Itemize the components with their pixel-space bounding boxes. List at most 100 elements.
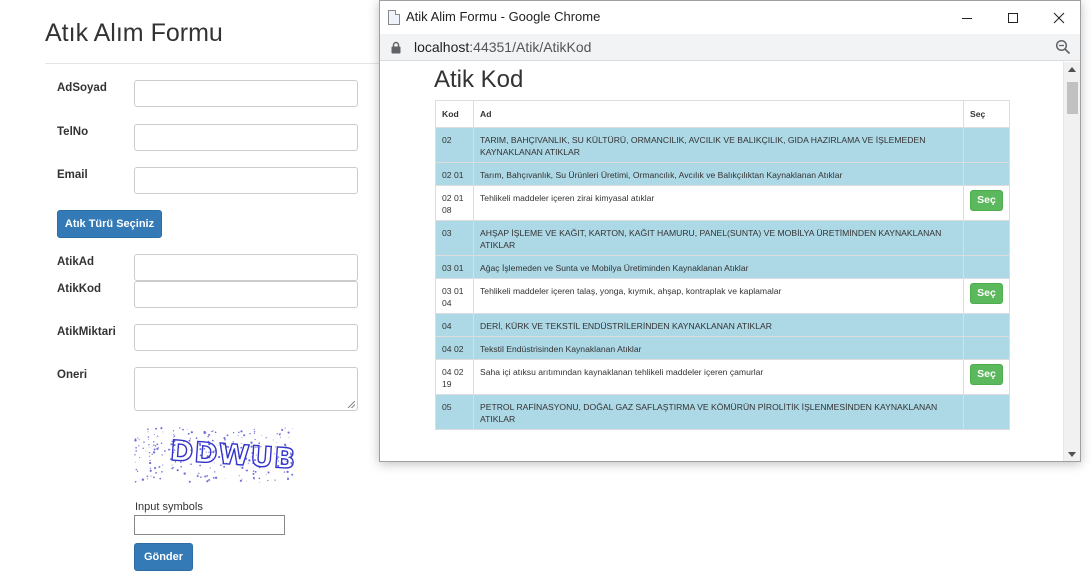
cell-ad: Ağaç İşlemeden ve Sunta ve Mobilya Üreti… [473, 255, 964, 279]
adsoyad-input[interactable] [134, 80, 358, 107]
captcha-noise-dot [147, 478, 149, 480]
atik-kod-heading: Atik Kod [434, 66, 524, 93]
table-header-row: Kod Ad Seç [435, 100, 1010, 128]
address-bar[interactable]: localhost:44351/Atik/AtikKod [380, 34, 1080, 61]
cell-kod: 04 02 19 [435, 359, 474, 395]
captcha-noise-dot [157, 435, 159, 437]
cell-ad: DERİ, KÜRK VE TEKSTİL ENDÜSTRİLERİNDEN K… [473, 313, 964, 337]
captcha-noise-dot [241, 478, 243, 480]
atikmiktari-input[interactable] [134, 324, 358, 351]
captcha-noise-dot [148, 456, 150, 458]
captcha-noise-dot [214, 476, 218, 479]
captcha-noise-dot [200, 476, 202, 479]
atikmiktari-label: AtikMiktari [57, 326, 116, 338]
captcha-image: DDWUB [134, 427, 298, 484]
captcha-noise-dot [135, 450, 137, 452]
cell-ad: PETROL RAFİNASYONU, DOĞAL GAZ SAFLAŞTIRM… [473, 394, 964, 430]
captcha-noise-dot [137, 471, 138, 472]
atikkod-input[interactable] [134, 281, 358, 308]
captcha-noise-dot [135, 468, 138, 471]
captcha-noise-dot [188, 480, 191, 483]
select-button[interactable]: Seç [970, 364, 1003, 385]
captcha-noise-dot [182, 428, 184, 431]
table-row: 04 02 19 Saha içi atıksu arıtımından kayn… [435, 359, 1010, 395]
captcha-graphic: DDWUB [134, 427, 298, 484]
oneri-textarea[interactable] [134, 367, 358, 411]
close-button[interactable] [1036, 1, 1080, 34]
captcha-noise-dot [197, 473, 198, 475]
captcha-noise-dot [226, 434, 229, 437]
atik-turu-button[interactable]: Atık Türü Seçiniz [57, 210, 162, 238]
captcha-noise-dot [252, 476, 255, 479]
cell-kod: 04 02 [435, 336, 474, 360]
captcha-noise-dot [288, 437, 290, 439]
cell-sec: Seç [963, 278, 1010, 314]
scroll-down-arrow-icon[interactable] [1068, 452, 1076, 457]
captcha-noise-dot [146, 475, 149, 478]
captcha-noise-dot [205, 432, 207, 434]
popup-scrollbar[interactable] [1063, 62, 1080, 461]
captcha-noise-dot [147, 431, 149, 433]
captcha-input[interactable] [134, 515, 285, 535]
zoom-icon[interactable] [1055, 39, 1071, 55]
scrollbar-thumb[interactable] [1067, 82, 1078, 114]
captcha-noise-dot [150, 475, 152, 477]
select-button[interactable]: Seç [970, 190, 1003, 211]
divider [45, 63, 385, 64]
captcha-noise-dot [154, 434, 155, 435]
captcha-noise-dot [249, 432, 251, 435]
captcha-noise-dot [243, 434, 246, 437]
captcha-noise-dot [206, 480, 209, 483]
table-row: 04 02 Tekstil Endüstrisinden Kaynaklanan … [435, 336, 1010, 360]
window-titlebar[interactable]: Atik Alim Formu - Google Chrome [380, 1, 1080, 34]
oneri-label: Oneri [57, 369, 88, 381]
captcha-noise-dot [149, 469, 152, 472]
captcha-noise-dot [155, 427, 158, 430]
header-sec: Seç [963, 100, 1010, 128]
captcha-noise-dot [153, 448, 156, 451]
lock-icon[interactable] [391, 41, 401, 54]
cell-kod: 03 01 [435, 255, 474, 279]
captcha-noise-dot [281, 428, 284, 431]
captcha-noise-dot [153, 441, 155, 443]
window-title: Atik Alim Formu - Google Chrome [406, 9, 601, 24]
captcha-noise-dot [157, 447, 160, 449]
url-text[interactable]: localhost:44351/Atik/AtikKod [414, 39, 591, 55]
captcha-noise-dot [196, 475, 199, 478]
captcha-noise-dot [152, 445, 154, 447]
captcha-noise-dot [148, 444, 150, 446]
captcha-noise-dot [274, 479, 276, 481]
cell-sec [963, 313, 1010, 337]
email-input[interactable] [134, 167, 358, 194]
captcha-noise-dot [152, 451, 156, 454]
cell-sec: Seç [963, 359, 1010, 395]
captcha-noise-dot [154, 445, 157, 447]
captcha-noise-dot [148, 447, 150, 448]
minimize-button[interactable] [944, 1, 990, 34]
captcha-noise-dot [232, 432, 235, 434]
cell-ad: TARIM, BAHÇIVANLIK, SU KÜLTÜRÜ, ORMANCIL… [473, 127, 964, 163]
captcha-noise-dot [179, 427, 181, 429]
captcha-noise-dot [135, 446, 137, 449]
cell-ad: Tehlikeli maddeler içeren zirai kimyasal… [473, 185, 964, 221]
captcha-noise-dot [161, 454, 163, 456]
captcha-noise-dot [137, 437, 139, 439]
submit-button[interactable]: Gönder [134, 543, 193, 571]
atikad-input[interactable] [134, 254, 358, 281]
captcha-noise-dot [246, 481, 247, 483]
atikad-label: AtikAd [57, 256, 95, 268]
scroll-up-arrow-icon[interactable] [1068, 67, 1076, 72]
table-row: 02 01 08 Tehlikeli maddeler içeren zirai … [435, 185, 1010, 221]
captcha-noise-dot [211, 430, 213, 433]
resize-grip-icon[interactable] [348, 401, 355, 408]
maximize-button[interactable] [990, 1, 1036, 34]
table-row: 03 01 04 Tehlikeli maddeler içeren talaş,… [435, 278, 1010, 314]
captcha-noise-dot [198, 472, 200, 474]
cell-kod: 02 01 [435, 162, 474, 186]
captcha-noise-dot [141, 478, 145, 481]
captcha-noise-dot [138, 439, 140, 441]
telno-label: TelNo [57, 126, 89, 138]
captcha-noise-dot [149, 467, 152, 469]
select-button[interactable]: Seç [970, 283, 1003, 304]
telno-input[interactable] [134, 124, 358, 151]
